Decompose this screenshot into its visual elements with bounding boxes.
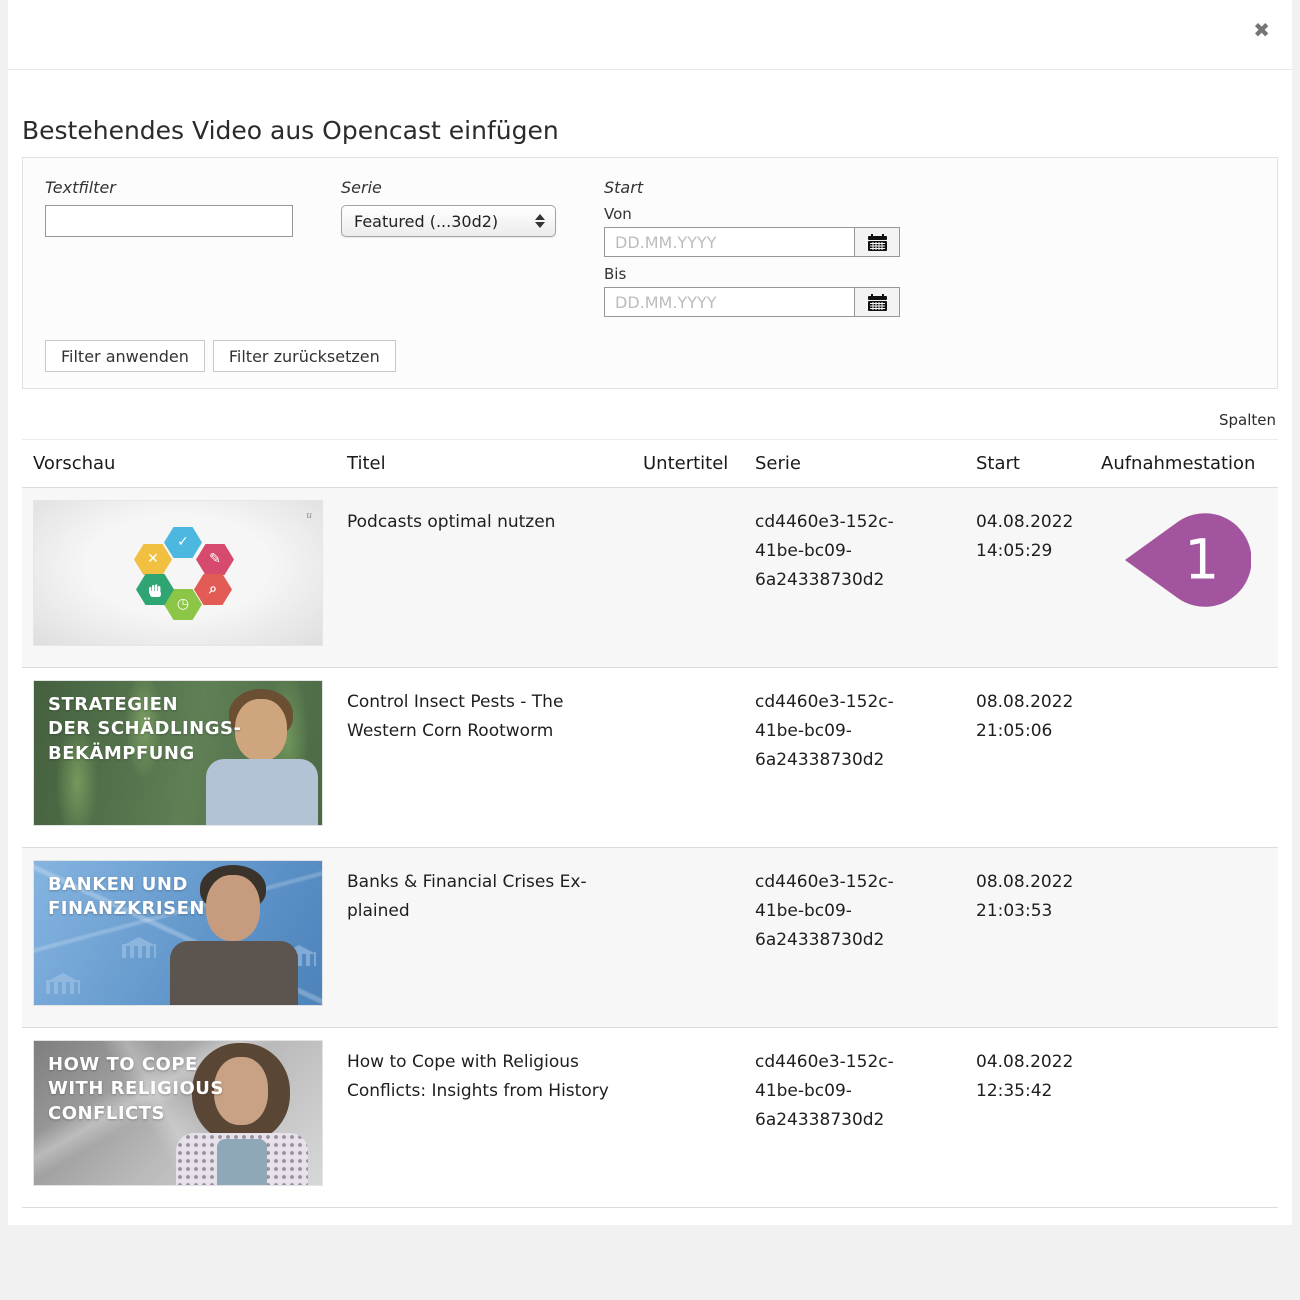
page-title: Bestehendes Video aus Opencast einfügen <box>22 116 1292 145</box>
thumbnail-hexagons[interactable]: u ✕ ✓ ✎ ⌕ ◷ <box>33 500 323 646</box>
cell-serie: cd4460e3-152c-41be-bc09-6a24338730d2 <box>755 1028 976 1207</box>
calendar-to-button[interactable] <box>854 287 900 317</box>
cell-untertitel <box>643 1028 755 1207</box>
hexagon-cross-icon: ✕ <box>134 544 172 575</box>
opencast-insert-modal: ✖ Bestehendes Video aus Opencast einfüge… <box>8 0 1292 1225</box>
thumbnail-title-text: STRATEGIEN DER SCHÄDLINGS- BEKÄMPFUNG <box>48 693 241 766</box>
table-row[interactable]: u ✕ ✓ ✎ ⌕ ◷ Podcasts optimal nutzen cd44… <box>22 488 1278 668</box>
thumbnail-religion-video[interactable]: HOW TO COPE WITH RELIGIOUS CONFLICTS <box>33 1040 323 1186</box>
header-titel: Titel <box>347 440 643 487</box>
date-from-input[interactable] <box>604 227 854 257</box>
start-label: Start <box>604 178 904 197</box>
apply-filter-button[interactable]: Filter anwenden <box>45 340 205 372</box>
university-logo: u <box>306 509 312 524</box>
svg-text:1: 1 <box>1184 529 1219 593</box>
calendar-from-button[interactable] <box>854 227 900 257</box>
videos-table: Vorschau Titel Untertitel Serie Start Au… <box>22 439 1278 1208</box>
cell-titel: How to Cope with Religious Conflicts: In… <box>347 1028 643 1207</box>
cell-aufnahmestation <box>1101 1028 1278 1207</box>
annotation-marker-1: 1 <box>1123 510 1251 610</box>
thumbnail-title-text: BANKEN UND FINANZKRISEN <box>48 873 205 922</box>
table-header-row: Vorschau Titel Untertitel Serie Start Au… <box>22 440 1278 488</box>
bis-label: Bis <box>604 265 904 283</box>
calendar-icon <box>868 234 887 251</box>
von-label: Von <box>604 205 904 223</box>
select-arrows-icon <box>535 214 545 228</box>
cell-titel: Banks & Financial Crises Ex­plained <box>347 848 643 1027</box>
modal-header: ✖ <box>8 0 1292 70</box>
header-start: Start <box>976 440 1101 487</box>
header-serie: Serie <box>755 440 976 487</box>
hexagon-magnifier-icon: ⌕ <box>194 574 232 605</box>
hexagon-pencil-icon: ✎ <box>196 544 234 575</box>
cell-untertitel <box>643 668 755 847</box>
serie-label: Serie <box>341 178 556 197</box>
close-icon[interactable]: ✖ <box>1253 20 1270 40</box>
cell-aufnahmestation <box>1101 848 1278 1027</box>
cell-aufnahmestation <box>1101 668 1278 847</box>
cell-titel: Control Insect Pests - The Western Corn … <box>347 668 643 847</box>
cell-start: 04.08.2022 14:05:29 <box>976 488 1101 667</box>
textfilter-group: Textfilter <box>45 178 293 325</box>
cell-untertitel <box>643 848 755 1027</box>
calendar-icon <box>868 294 887 311</box>
cell-start: 04.08.2022 12:35:42 <box>976 1028 1101 1207</box>
thumbnail-corn-video[interactable]: STRATEGIEN DER SCHÄDLINGS- BEKÄMPFUNG <box>33 680 323 826</box>
hexagon-check-icon: ✓ <box>164 527 202 558</box>
header-vorschau: Vorschau <box>22 440 347 487</box>
start-date-group: Start Von <box>604 178 904 325</box>
serie-select-value: Featured (...30d2) <box>354 212 535 231</box>
header-aufnahmestation: Aufnahmestation <box>1101 440 1278 487</box>
cell-titel: Podcasts optimal nutzen <box>347 488 643 667</box>
cell-serie: cd4460e3-152c-41be-bc09-6a24338730d2 <box>755 488 976 667</box>
textfilter-label: Textfilter <box>45 178 293 197</box>
cell-untertitel <box>643 488 755 667</box>
thumbnail-title-text: HOW TO COPE WITH RELIGIOUS CONFLICTS <box>48 1053 224 1126</box>
reset-filter-button[interactable]: Filter zurücksetzen <box>213 340 396 372</box>
textfilter-input[interactable] <box>45 205 293 237</box>
filter-panel: Textfilter Serie Featured (...30d2) Star… <box>22 157 1278 389</box>
table-row[interactable]: HOW TO COPE WITH RELIGIOUS CONFLICTS How… <box>22 1028 1278 1208</box>
cell-serie: cd4460e3-152c-41be-bc09-6a24338730d2 <box>755 668 976 847</box>
cell-start: 08.08.2022 21:05:06 <box>976 668 1101 847</box>
serie-select[interactable]: Featured (...30d2) <box>341 205 556 237</box>
thumbnail-banks-video[interactable]: BANKEN UND FINANZKRISEN <box>33 860 323 1006</box>
date-to-input[interactable] <box>604 287 854 317</box>
table-row[interactable]: STRATEGIEN DER SCHÄDLINGS- BEKÄMPFUNG Co… <box>22 668 1278 848</box>
header-untertitel: Untertitel <box>643 440 755 487</box>
bank-building-icon <box>46 949 80 975</box>
columns-button[interactable]: Spalten <box>1219 411 1276 429</box>
table-row[interactable]: BANKEN UND FINANZKRISEN Banks & Financia… <box>22 848 1278 1028</box>
serie-group: Serie Featured (...30d2) <box>341 178 556 325</box>
cell-serie: cd4460e3-152c-41be-bc09-6a24338730d2 <box>755 848 976 1027</box>
cell-start: 08.08.2022 21:03:53 <box>976 848 1101 1027</box>
